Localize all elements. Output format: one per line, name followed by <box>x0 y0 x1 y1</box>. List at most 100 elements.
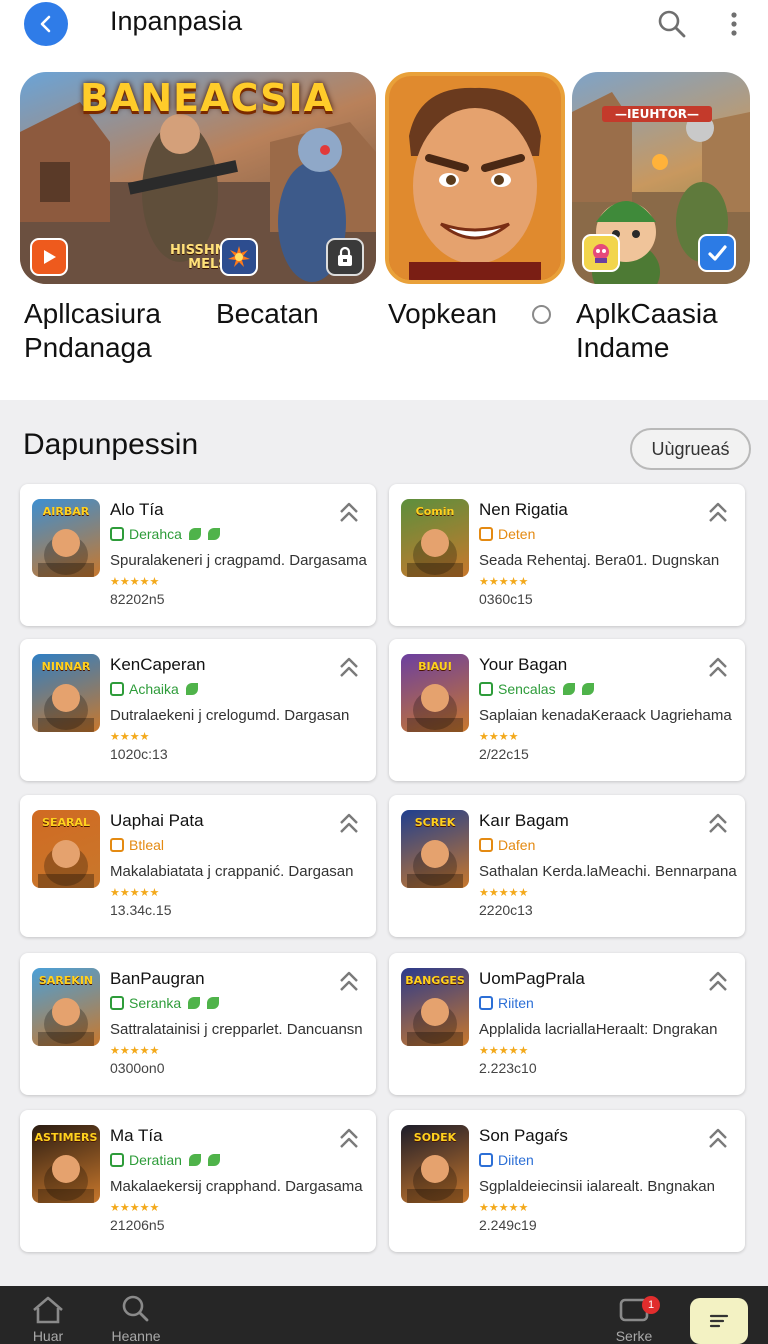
app-card[interactable]: AIRBAR Alo Tía Derahca Spuralakeneri j c… <box>20 484 376 626</box>
app-card[interactable]: SCREK Kaır Bagam Dafen Sathalan Kerda.la… <box>389 795 745 937</box>
character-portrait <box>389 76 561 280</box>
app-name[interactable]: Son Pagaŕs <box>479 1126 568 1146</box>
app-icon: SCREK <box>401 810 469 888</box>
app-card[interactable]: SEARAL Uaphai Pata Btleal Makalabiatata … <box>20 795 376 937</box>
explosion-badge <box>220 238 258 276</box>
app-card[interactable]: SAREKIN BanPaugran Seranka Sattralataini… <box>20 953 376 1095</box>
app-name[interactable]: Nen Rigatia <box>479 500 568 520</box>
filter-button[interactable] <box>690 1298 748 1344</box>
nav-home[interactable]: Huar <box>18 1294 78 1344</box>
leaf-icon <box>188 997 201 1009</box>
app-description: Dutralaekeni j crelogumd. Dargasan <box>110 707 350 724</box>
section-title: Dapunpessin <box>23 428 199 461</box>
upgrade-chevron-button[interactable] <box>338 969 360 995</box>
app-card[interactable]: SODEK Son Pagaŕs Diiten Sgplaldeiecinsii… <box>389 1110 745 1252</box>
lock-icon <box>338 246 352 266</box>
notification-badge: 1 <box>642 1296 660 1314</box>
app-card[interactable]: ASTIMERS Ma Tía Deratian Makalaekersij c… <box>20 1110 376 1252</box>
app-meta: 21206n5 <box>110 1217 165 1233</box>
app-name[interactable]: BanPaugran <box>110 969 205 989</box>
back-button[interactable] <box>24 2 68 46</box>
featured-label-2[interactable]: Becatan <box>216 297 319 331</box>
featured-card-1[interactable]: BANEACSIA HISSHNAAN MELSH <box>20 72 376 284</box>
double-chevron-up-icon <box>709 502 727 522</box>
app-card[interactable]: BANGGES UomPagPrala Riiten Applalida lac… <box>389 953 745 1095</box>
app-name[interactable]: KenCaperan <box>110 655 205 675</box>
nav-search[interactable]: Heanne <box>106 1294 166 1344</box>
leaf-icon <box>562 683 575 695</box>
app-category-label: Diiten <box>498 1152 534 1168</box>
featured-label-3[interactable]: Vopkean <box>388 297 497 331</box>
app-category-label: Deten <box>498 526 536 542</box>
app-icon-label: BANGGES <box>405 974 465 987</box>
app-category-label: Derahca <box>129 526 182 542</box>
app-icon-label: SEARAL <box>42 816 90 829</box>
search-icon <box>122 1295 149 1322</box>
app-name[interactable]: Alo Tía <box>110 500 164 520</box>
nav-search-label: Heanne <box>111 1328 161 1344</box>
app-icon-label: NINNAR <box>41 660 91 673</box>
featured-label-4[interactable]: AplkCaasia Indame <box>576 297 718 365</box>
app-rating-stars: ★★★★★ <box>110 887 160 899</box>
upgrade-chevron-button[interactable] <box>707 655 729 681</box>
app-name[interactable]: Ma Tía <box>110 1126 163 1146</box>
play-icon <box>44 250 56 264</box>
app-card[interactable]: Comin Nen Rigatia Deten Seada Rehentaj. … <box>389 484 745 626</box>
upgrade-chevron-button[interactable] <box>338 1126 360 1152</box>
app-icon: SAREKIN <box>32 968 100 1046</box>
app-meta: 2.223c10 <box>479 1060 537 1076</box>
featured-card-3[interactable]: —IEUHTOR— <box>572 72 750 284</box>
app-name[interactable]: Uaphai Pata <box>110 811 204 831</box>
more-options-button[interactable] <box>722 8 746 40</box>
double-chevron-up-icon <box>709 813 727 833</box>
app-category-label: Deratian <box>129 1152 182 1168</box>
upgrade-chevron-button[interactable] <box>707 969 729 995</box>
search-button[interactable] <box>656 8 688 40</box>
upgrade-chevron-button[interactable] <box>707 500 729 526</box>
app-icon-label: Comin <box>415 505 455 518</box>
app-icon-label: AIRBAR <box>42 505 90 518</box>
app-icon: BANGGES <box>401 968 469 1046</box>
app-description: Sattralatainisi j crepparlet. Dancuansn <box>110 1021 363 1038</box>
featured-card-2[interactable] <box>385 72 565 284</box>
category-icon <box>110 682 124 696</box>
category-icon <box>110 527 124 541</box>
app-description: Makalabiatata j crappanić. Dargasan <box>110 863 354 880</box>
double-chevron-up-icon <box>340 971 358 991</box>
app-description: Seada Rehentaj. Bera01. Dugnskan <box>479 552 720 569</box>
featured-label-1[interactable]: Apllcasiura Pndanaga <box>24 297 161 365</box>
app-card[interactable]: BIAUI Your Bagan Sencalas Saplaian kenad… <box>389 639 745 781</box>
upgrade-chevron-button[interactable] <box>338 655 360 681</box>
app-description: Applalida lacriallaHeraalt: Dngrakan <box>479 1021 718 1038</box>
category-icon <box>110 1153 124 1167</box>
app-description: Sathalan Kerda.laMeachi. Bennarpana <box>479 863 737 880</box>
page-title: Inpanpasia <box>110 6 243 36</box>
leaf-icon <box>188 1154 201 1166</box>
play-badge[interactable] <box>30 238 68 276</box>
bottom-navigation: Huar Heanne 1 Serke <box>0 1286 768 1344</box>
app-name[interactable]: Kaır Bagam <box>479 811 569 831</box>
nav-inbox[interactable]: 1 Serke <box>604 1294 664 1344</box>
app-icon: Comin <box>401 499 469 577</box>
upgrade-chevron-button[interactable] <box>338 811 360 837</box>
upgrade-chevron-button[interactable] <box>338 500 360 526</box>
upgrade-button[interactable]: Uùgrueaś <box>630 428 751 470</box>
upgrade-chevron-button[interactable] <box>707 811 729 837</box>
character-icon <box>593 244 609 263</box>
app-icon-label: SAREKIN <box>38 974 94 987</box>
app-category: Seranka <box>110 995 220 1011</box>
leaf-icon <box>185 683 198 695</box>
double-chevron-up-icon <box>340 1128 358 1148</box>
app-card[interactable]: NINNAR KenCaperan Achaika Dutralaekeni j… <box>20 639 376 781</box>
app-icon: ASTIMERS <box>32 1125 100 1203</box>
app-category: Btleal <box>110 837 164 853</box>
app-header: Inpanpasia BANEACSIA HISSHNAAN MELSH —IE… <box>0 0 768 400</box>
carousel-indicator[interactable] <box>532 305 551 324</box>
category-icon <box>479 1153 493 1167</box>
app-category-label: Dafen <box>498 837 536 853</box>
app-name[interactable]: Your Bagan <box>479 655 567 675</box>
app-name[interactable]: UomPagPrala <box>479 969 585 989</box>
upgrade-chevron-button[interactable] <box>707 1126 729 1152</box>
double-chevron-up-icon <box>709 1128 727 1148</box>
character-badge <box>582 234 620 272</box>
